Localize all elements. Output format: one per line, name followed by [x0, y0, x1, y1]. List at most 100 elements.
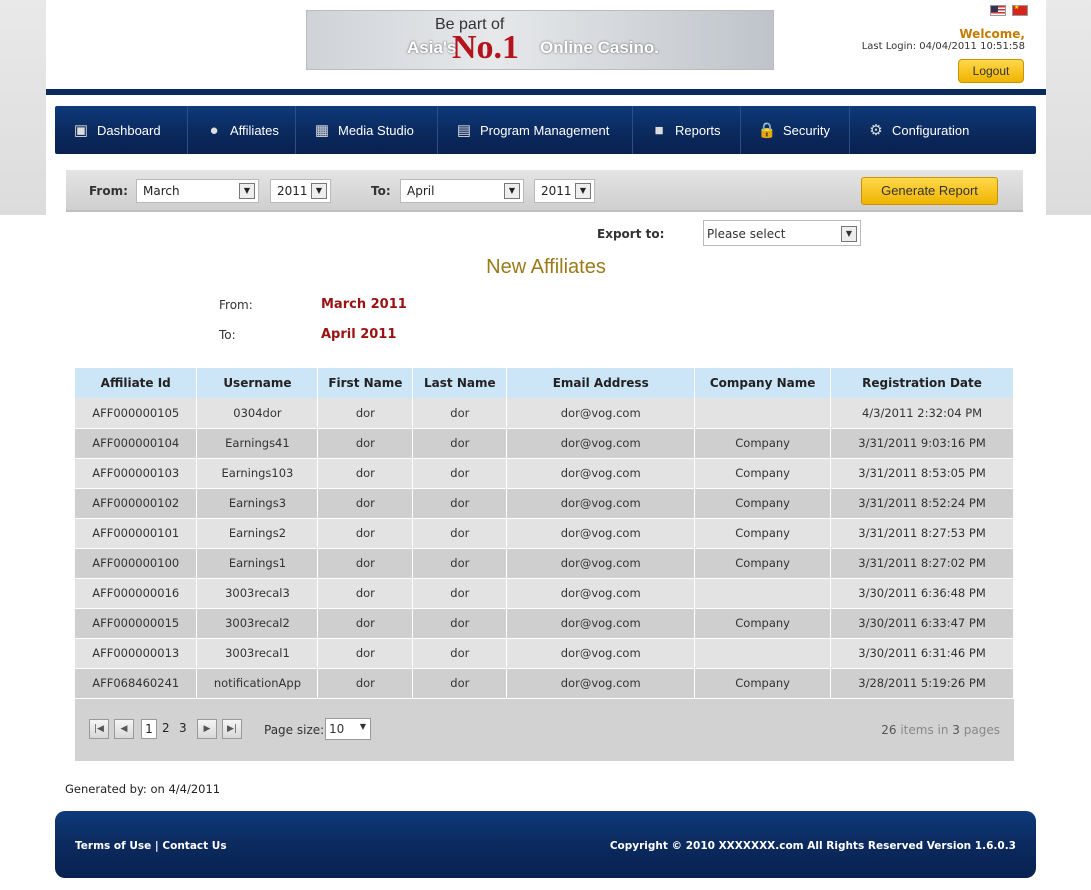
- next-page-icon[interactable]: ▶: [197, 719, 217, 739]
- table-cell: Company: [694, 428, 832, 459]
- table-row[interactable]: AFF000000013 3003recal1 dor dor dor@vog.com 3…: [75, 638, 1014, 669]
- nav-label: Configuration: [892, 122, 970, 138]
- affiliates-table: Affiliate Id Username First Name Last Name E…: [75, 368, 1014, 699]
- column-header[interactable]: Registration Date: [830, 368, 1014, 398]
- table-cell: [694, 398, 832, 429]
- table-cell: dor: [317, 488, 414, 519]
- table-body: AFF000000105 0304dor dor dor dor@vog.com 4/3/…: [75, 398, 1014, 699]
- page-1[interactable]: 1: [141, 719, 157, 739]
- table-row[interactable]: AFF000000103 Earnings103 dor dor dor@vog.com…: [75, 458, 1014, 489]
- last-page-icon[interactable]: ▶|: [222, 719, 242, 739]
- china-flag-icon[interactable]: [1012, 4, 1028, 16]
- table-cell: AFF000000104: [75, 428, 198, 459]
- chevron-down-icon: ▼: [841, 226, 857, 242]
- table-cell: dor: [412, 578, 508, 609]
- export-select[interactable]: Please select ▼: [703, 220, 861, 246]
- table-row[interactable]: AFF000000105 0304dor dor dor dor@vog.com 4/3/…: [75, 398, 1014, 429]
- table-cell: dor@vog.com: [506, 578, 696, 609]
- table-row[interactable]: AFF068460241 notificationApp dor dor dor@vog…: [75, 668, 1014, 699]
- nav-media-studio[interactable]: ▦ Media Studio: [296, 106, 438, 154]
- page-size-value: 10: [329, 722, 345, 736]
- table-cell: dor@vog.com: [506, 398, 696, 429]
- pages-count: 3: [952, 723, 960, 737]
- column-header[interactable]: Last Name: [412, 368, 508, 398]
- copyright: Copyright © 2010 XXXXXXX.com All Rights …: [609, 840, 1016, 852]
- chevron-down-icon: ▼: [504, 183, 520, 199]
- table-cell: [694, 638, 832, 669]
- table-row[interactable]: AFF000000101 Earnings2 dor dor dor@vog.com Co…: [75, 518, 1014, 549]
- from-label: From:: [89, 184, 128, 198]
- table-cell: dor@vog.com: [506, 428, 696, 459]
- items-count: 26: [881, 723, 897, 737]
- generate-report-button[interactable]: Generate Report: [861, 177, 998, 205]
- page-2[interactable]: 2: [162, 721, 170, 735]
- column-header[interactable]: First Name: [317, 368, 414, 398]
- table-row[interactable]: AFF000000102 Earnings3 dor dor dor@vog.com Co…: [75, 488, 1014, 519]
- nav-dashboard[interactable]: ▣ Dashboard: [55, 106, 188, 154]
- nav-label: Affiliates: [230, 122, 279, 138]
- to-label: To:: [371, 184, 391, 198]
- table-cell: 3/28/2011 5:19:26 PM: [830, 668, 1014, 699]
- from-year-value: 2011: [277, 184, 308, 198]
- nav-security[interactable]: 🔒 Security: [741, 106, 850, 154]
- table-cell: dor: [317, 668, 414, 699]
- table-row[interactable]: AFF000000016 3003recal3 dor dor dor@vog.com 3…: [75, 578, 1014, 609]
- table-cell: 3/31/2011 9:03:16 PM: [830, 428, 1014, 459]
- table-cell: AFF000000100: [75, 548, 198, 579]
- chevron-down-icon: ▼: [575, 183, 591, 199]
- prev-page-icon[interactable]: ◀: [114, 719, 134, 739]
- table-header-row: Affiliate Id Username First Name Last Name E…: [75, 368, 1014, 398]
- nav-configuration[interactable]: ⚙ Configuration: [850, 106, 1036, 154]
- column-header[interactable]: Company Name: [694, 368, 832, 398]
- contact-link[interactable]: Contact Us: [162, 840, 226, 852]
- clapperboard-icon: ▦: [314, 122, 330, 139]
- chevron-down-icon: ▼: [311, 183, 327, 199]
- nav-program-management[interactable]: ▤ Program Management: [438, 106, 633, 154]
- table-cell: dor@vog.com: [506, 668, 696, 699]
- generated-by: Generated by: on 4/4/2011: [65, 782, 221, 796]
- terms-link[interactable]: Terms of Use: [75, 840, 151, 852]
- logout-button[interactable]: Logout: [958, 59, 1024, 83]
- report-title: New Affiliates: [486, 256, 606, 278]
- column-header[interactable]: Affiliate Id: [75, 368, 198, 398]
- us-flag-icon[interactable]: [990, 5, 1006, 16]
- table-cell: Company: [694, 458, 832, 489]
- banner-line3: Online Casino.: [540, 38, 660, 57]
- nav-label: Program Management: [480, 122, 610, 138]
- table-cell: AFF000000016: [75, 578, 198, 609]
- items-text: items in: [900, 723, 949, 737]
- table-cell: AFF000000103: [75, 458, 198, 489]
- from-year-select[interactable]: 2011 ▼: [270, 179, 331, 203]
- table-cell: dor: [412, 428, 508, 459]
- table-cell: Company: [694, 668, 832, 699]
- table-row[interactable]: AFF000000104 Earnings41 dor dor dor@vog.com C…: [75, 428, 1014, 459]
- table-row[interactable]: AFF000000100 Earnings1 dor dor dor@vog.com Co…: [75, 548, 1014, 579]
- table-cell: AFF000000013: [75, 638, 198, 669]
- table-row[interactable]: AFF000000015 3003recal2 dor dor dor@vog.com C…: [75, 608, 1014, 639]
- table-cell: 3/31/2011 8:27:02 PM: [830, 548, 1014, 579]
- table-cell: dor@vog.com: [506, 488, 696, 519]
- welcome-text: Welcome,: [959, 27, 1025, 41]
- page: Be part of Asia's No.1 Online Casino. We…: [46, 0, 1046, 890]
- table-cell: dor: [412, 458, 508, 489]
- table-cell: Earnings103: [196, 458, 319, 489]
- column-header[interactable]: Email Address: [506, 368, 696, 398]
- report-to-value: April 2011: [321, 327, 397, 342]
- table-cell: dor: [412, 548, 508, 579]
- person-icon: ●: [209, 121, 219, 139]
- table-cell: 3/31/2011 8:27:53 PM: [830, 518, 1014, 549]
- to-month-select[interactable]: April ▼: [400, 179, 524, 203]
- nav-affiliates[interactable]: ● Affiliates: [188, 106, 296, 154]
- casino-banner[interactable]: Be part of Asia's No.1 Online Casino.: [306, 10, 774, 70]
- first-page-icon[interactable]: |◀: [89, 719, 109, 739]
- footer-separator: |: [154, 840, 159, 852]
- nav-reports[interactable]: ■ Reports: [633, 106, 741, 154]
- page-3[interactable]: 3: [179, 721, 187, 735]
- column-header[interactable]: Username: [196, 368, 319, 398]
- table-cell: dor@vog.com: [506, 518, 696, 549]
- page-size-select[interactable]: 10 ▼: [325, 718, 371, 740]
- from-month-select[interactable]: March ▼: [136, 179, 259, 203]
- to-year-select[interactable]: 2011 ▼: [534, 179, 595, 203]
- table-cell: dor@vog.com: [506, 548, 696, 579]
- from-month-value: March: [143, 184, 180, 198]
